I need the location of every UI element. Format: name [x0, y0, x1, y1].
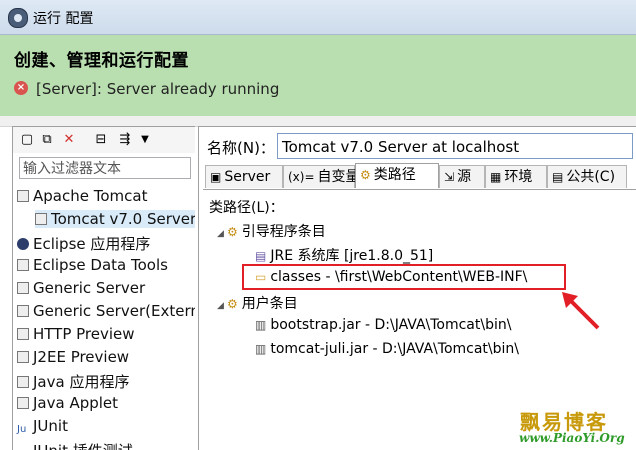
- jar-icon: ▥: [255, 318, 267, 332]
- collapse-all-icon[interactable]: ⊟: [93, 132, 109, 148]
- name-label: 名称(N)：: [207, 139, 275, 157]
- tab-bar: ▣ Server (x)= 自变量 ⚙ 类路径 ⇲ 源 ▦ 环境 ▤ 公共(C): [203, 163, 636, 190]
- annotation-arrow: [562, 292, 600, 330]
- tree-item-generic-server[interactable]: Generic Server: [17, 279, 145, 297]
- library-icon: ▤: [255, 249, 267, 263]
- app-icon: [8, 8, 28, 28]
- title-bar: 运行 配置: [0, 0, 636, 35]
- java-icon: [17, 376, 29, 388]
- eclipse-icon: [17, 238, 29, 250]
- entries-icon: ⚙: [227, 297, 238, 311]
- data-tools-icon: [17, 259, 29, 271]
- header-message: [Server]: Server already running: [36, 80, 280, 98]
- jre-library-node[interactable]: ▤ JRE 系统库 [jre1.8.0_51]: [255, 245, 433, 265]
- tree-item-eclipse-app[interactable]: Eclipse 应用程序: [17, 233, 150, 254]
- source-icon: ⇲: [444, 170, 455, 184]
- tree-item-apache-tomcat[interactable]: Apache Tomcat: [17, 187, 147, 205]
- server-icon: [17, 305, 29, 317]
- tree-item-tomcat-server[interactable]: Tomcat v7.0 Server: [35, 210, 195, 228]
- delete-icon[interactable]: ✕: [61, 132, 77, 148]
- tab-classpath[interactable]: ⚙ 类路径: [355, 163, 439, 188]
- filter-icon[interactable]: ⇶: [117, 132, 133, 148]
- header-title: 创建、管理和运行配置: [14, 51, 189, 71]
- classpath-label: 类路径(L)：: [209, 200, 284, 216]
- tab-common[interactable]: ▤ 公共(C): [547, 165, 627, 188]
- highlight-box: [242, 264, 566, 290]
- bootstrap-entries-node[interactable]: ◢ ⚙ 引导程序条目: [217, 221, 326, 241]
- name-input[interactable]: Tomcat v7.0 Server at localhost: [277, 133, 633, 159]
- tree-toolbar: ▢ ⧉ ✕ ⊟ ⇶ ▼: [13, 127, 195, 153]
- server-icon: [17, 282, 29, 294]
- environment-icon: ▦: [490, 170, 502, 184]
- preview-icon: [17, 351, 29, 363]
- server-icon: [35, 213, 47, 225]
- tomcat-icon: [17, 190, 29, 202]
- error-icon: ×: [14, 81, 28, 95]
- classpath-icon: ⚙: [360, 168, 371, 182]
- bootstrap-jar-node[interactable]: ▥ bootstrap.jar - D:\JAVA\Tomcat\bin\: [255, 317, 511, 333]
- config-tree-panel: ▢ ⧉ ✕ ⊟ ⇶ ▼ 输入过滤器文本 Apache Tomcat Tomcat…: [12, 126, 195, 450]
- duplicate-icon[interactable]: ⧉: [39, 132, 55, 148]
- server-icon: ▣: [210, 170, 222, 184]
- jar-icon: ▥: [255, 342, 267, 356]
- tree-item-java-applet[interactable]: Java Applet: [17, 394, 118, 412]
- filter-input[interactable]: 输入过滤器文本: [19, 157, 191, 179]
- tree-item-java-app[interactable]: Java 应用程序: [17, 371, 129, 392]
- tree-item-j2ee-preview[interactable]: J2EE Preview: [17, 348, 129, 366]
- tab-source[interactable]: ⇲ 源: [439, 165, 485, 188]
- entries-icon: ⚙: [227, 225, 238, 239]
- preview-icon: [17, 328, 29, 340]
- junit-icon: Ju: [17, 424, 27, 435]
- common-icon: ▤: [552, 170, 564, 184]
- dialog-header: 创建、管理和运行配置 × [Server]: Server already ru…: [0, 35, 636, 116]
- juli-jar-node[interactable]: ▥ tomcat-juli.jar - D:\JAVA\Tomcat\bin\: [255, 341, 519, 357]
- tab-environment[interactable]: ▦ 环境: [485, 165, 547, 188]
- expand-icon[interactable]: ◢: [217, 301, 227, 311]
- window-title: 运行 配置: [33, 11, 94, 27]
- user-entries-node[interactable]: ◢ ⚙ 用户条目: [217, 293, 298, 313]
- chevron-down-icon[interactable]: ▼: [137, 132, 153, 148]
- new-config-icon[interactable]: ▢: [19, 132, 35, 148]
- tree-item-data-tools[interactable]: Eclipse Data Tools: [17, 256, 168, 274]
- tree-item-http-preview[interactable]: HTTP Preview: [17, 325, 135, 343]
- arguments-icon: (x)=: [288, 170, 315, 184]
- tree-item-generic-server-ext[interactable]: Generic Server(Externa: [17, 302, 195, 320]
- applet-icon: [17, 397, 29, 409]
- expand-icon[interactable]: ◢: [217, 229, 227, 239]
- tab-arguments[interactable]: (x)= 自变量: [283, 165, 360, 188]
- tree-item-junit[interactable]: Ju JUnit: [17, 417, 68, 436]
- tab-server[interactable]: ▣ Server: [205, 165, 283, 188]
- watermark-url: www.PiaoYi.Org: [519, 431, 625, 445]
